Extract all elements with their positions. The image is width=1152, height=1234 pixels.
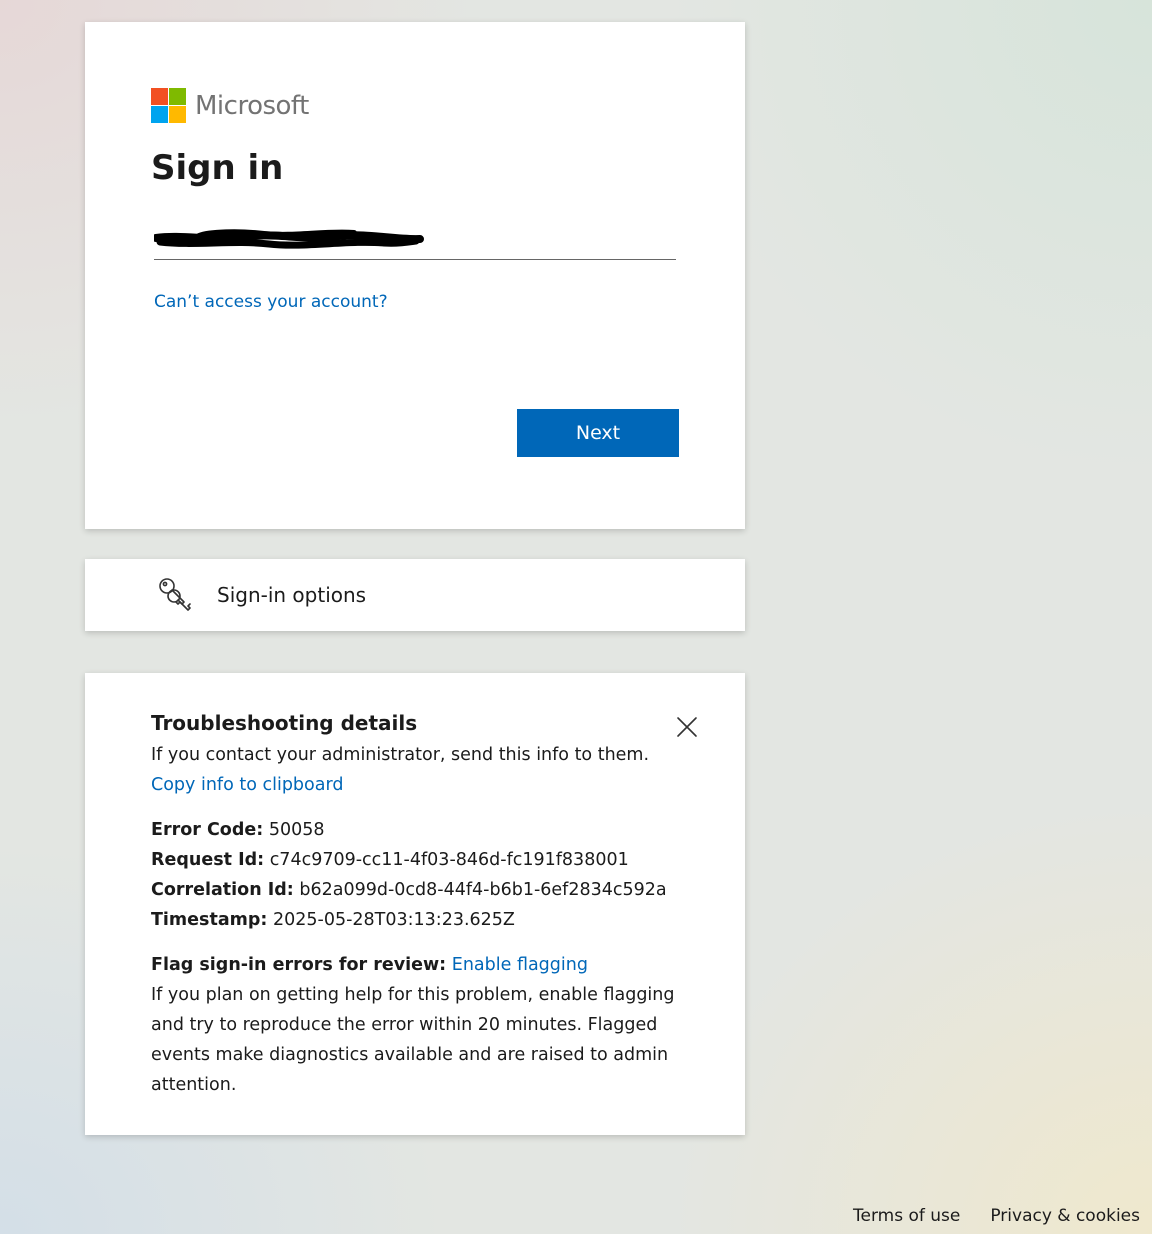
page-title: Sign in: [151, 148, 284, 188]
detail-label: Correlation Id:: [151, 880, 294, 900]
detail-value: c74c9709-cc11-4f03-846d-fc191f838001: [269, 850, 629, 870]
sign-in-options-button[interactable]: Sign-in options: [85, 559, 745, 631]
logo-square-yellow: [169, 106, 186, 123]
privacy-cookies-link[interactable]: Privacy & cookies: [990, 1206, 1140, 1226]
detail-label: Request Id:: [151, 850, 265, 870]
logo-square-blue: [151, 106, 168, 123]
detail-row-request-id: Request Id: c74c9709-cc11-4f03-846d-fc19…: [151, 845, 691, 875]
detail-row-error-code: Error Code: 50058: [151, 815, 691, 845]
detail-value: 50058: [268, 820, 325, 840]
logo-square-green: [169, 88, 186, 105]
detail-row-timestamp: Timestamp: 2025-05-28T03:13:23.625Z: [151, 905, 691, 935]
microsoft-logo-icon: [151, 88, 186, 123]
logo-text: Microsoft: [195, 90, 309, 121]
detail-row-correlation-id: Correlation Id: b62a099d-0cd8-44f4-b6b1-…: [151, 875, 691, 905]
logo-square-red: [151, 88, 168, 105]
troubleshooting-intro: If you contact your administrator, send …: [151, 745, 650, 765]
key-icon: [159, 578, 191, 611]
next-button[interactable]: Next: [517, 409, 679, 457]
enable-flagging-link[interactable]: Enable flagging: [452, 955, 588, 975]
flag-description: If you plan on getting help for this pro…: [151, 985, 675, 1095]
close-button[interactable]: [675, 715, 699, 739]
troubleshooting-card: Troubleshooting details If you contact y…: [85, 673, 745, 1135]
close-icon: [677, 717, 697, 737]
troubleshooting-heading: Troubleshooting details: [151, 711, 418, 735]
terms-of-use-link[interactable]: Terms of use: [853, 1206, 960, 1226]
detail-label: Error Code:: [151, 820, 264, 840]
footer: Terms of use Privacy & cookies: [853, 1206, 1140, 1226]
redacted-email-scribble: [154, 229, 424, 249]
detail-value: 2025-05-28T03:13:23.625Z: [272, 910, 515, 930]
sign-in-card: Microsoft Sign in Can’t access your acco…: [85, 22, 745, 529]
email-field[interactable]: [154, 222, 676, 260]
microsoft-logo: Microsoft: [151, 88, 309, 123]
flag-label: Flag sign-in errors for review:: [151, 955, 447, 975]
error-details: Error Code: 50058 Request Id: c74c9709-c…: [151, 815, 691, 935]
flag-row: Flag sign-in errors for review: Enable f…: [151, 950, 691, 980]
detail-label: Timestamp:: [151, 910, 268, 930]
cant-access-account-link[interactable]: Can’t access your account?: [154, 292, 388, 312]
sign-in-options-label: Sign-in options: [217, 583, 367, 607]
copy-info-link[interactable]: Copy info to clipboard: [151, 770, 343, 800]
detail-value: b62a099d-0cd8-44f4-b6b1-6ef2834c592a: [299, 880, 667, 900]
